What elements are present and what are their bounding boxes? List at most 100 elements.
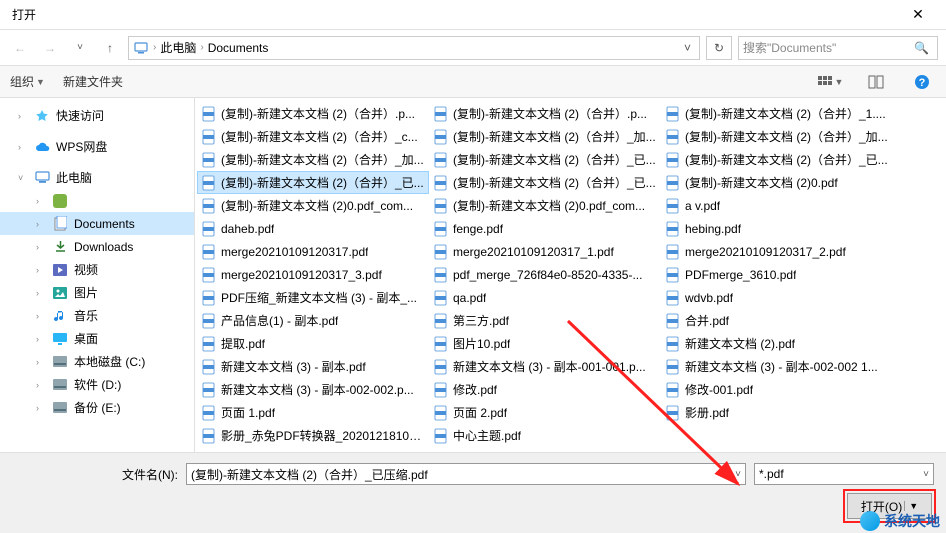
pdf-icon <box>433 244 449 260</box>
file-item[interactable]: daheb.pdf <box>197 217 429 240</box>
file-item[interactable]: pdf_merge_726f84e0-8520-4335-... <box>429 263 661 286</box>
pdf-icon <box>665 129 681 145</box>
file-item[interactable]: (复制)-新建文本文档 (2)（合并）_加... <box>197 148 429 171</box>
globe-icon <box>860 511 880 531</box>
file-name: (复制)-新建文本文档 (2)（合并）.p... <box>221 105 415 122</box>
file-item[interactable]: 图片10.pdf <box>429 332 661 355</box>
file-list[interactable]: (复制)-新建文本文档 (2)（合并）.p... (复制)-新建文本文档 (2)（… <box>195 98 946 458</box>
filename-input[interactable]: (复制)-新建文本文档 (2)（合并）_已压缩.pdf ˅ <box>186 463 746 485</box>
file-item[interactable]: 新建文本文档 (3) - 副本-002-002.p... <box>197 378 429 401</box>
sidebar-music[interactable]: › 音乐 <box>0 304 194 327</box>
sidebar-disk-d[interactable]: › 软件 (D:) <box>0 373 194 396</box>
file-item[interactable]: 产品信息(1) - 副本.pdf <box>197 309 429 332</box>
pdf-icon <box>201 267 217 283</box>
sidebar-wps[interactable]: › WPS网盘 <box>0 135 194 158</box>
sidebar-videos[interactable]: › 视频 <box>0 258 194 281</box>
file-item[interactable]: 提取.pdf <box>197 332 429 355</box>
file-item[interactable]: (复制)-新建文本文档 (2)（合并）_已... <box>429 148 661 171</box>
file-name: wdvb.pdf <box>685 291 733 305</box>
file-item[interactable]: (复制)-新建文本文档 (2)0.pdf <box>661 171 893 194</box>
file-name: fenge.pdf <box>453 222 503 236</box>
file-item[interactable]: 影册.pdf <box>661 401 893 424</box>
file-item[interactable]: 修改.pdf <box>429 378 661 401</box>
chevron-right-icon: › <box>36 311 46 321</box>
sidebar-disk-c[interactable]: › 本地磁盘 (C:) <box>0 350 194 373</box>
organize-button[interactable]: 组织 ▼ <box>10 73 45 90</box>
file-name: daheb.pdf <box>221 222 274 236</box>
address-bar[interactable]: › 此电脑 › Documents ˅ <box>128 36 700 60</box>
file-item[interactable]: (复制)-新建文本文档 (2)（合并）.p... <box>197 102 429 125</box>
newfolder-button[interactable]: 新建文件夹 <box>63 73 123 90</box>
file-item[interactable]: hebing.pdf <box>661 217 893 240</box>
documents-icon <box>52 216 68 232</box>
file-item[interactable]: (复制)-新建文本文档 (2)（合并）_c... <box>197 125 429 148</box>
file-item[interactable]: 第三方.pdf <box>429 309 661 332</box>
file-item[interactable]: 新建文本文档 (3) - 副本.pdf <box>197 355 429 378</box>
search-icon[interactable]: 🔍 <box>910 41 933 55</box>
close-button[interactable]: ✕ <box>898 6 938 23</box>
view-button[interactable]: ▼ <box>816 71 844 93</box>
file-name: 图片10.pdf <box>453 335 510 352</box>
path-separator: › <box>200 42 203 53</box>
path-documents[interactable]: Documents <box>208 41 269 55</box>
disk-icon <box>52 354 68 370</box>
pdf-icon <box>201 290 217 306</box>
sidebar-documents[interactable]: › Documents <box>0 212 194 235</box>
preview-button[interactable] <box>862 71 890 93</box>
forward-button[interactable]: → <box>38 36 62 60</box>
file-item[interactable]: (复制)-新建文本文档 (2)（合并）_已... <box>661 148 893 171</box>
refresh-button[interactable]: ↻ <box>706 36 732 60</box>
sidebar-pictures[interactable]: › 图片 <box>0 281 194 304</box>
file-name: (复制)-新建文本文档 (2)（合并）.p... <box>453 105 647 122</box>
pdf-icon <box>433 336 449 352</box>
file-item[interactable]: 合并.pdf <box>661 309 893 332</box>
file-item[interactable]: wdvb.pdf <box>661 286 893 309</box>
file-name: PDFmerge_3610.pdf <box>685 268 796 282</box>
file-item[interactable]: (复制)-新建文本文档 (2)（合并）_加... <box>429 125 661 148</box>
file-item[interactable]: (复制)-新建文本文档 (2)（合并）_已... <box>197 171 429 194</box>
pdf-icon <box>433 129 449 145</box>
file-item[interactable]: (复制)-新建文本文档 (2)（合并）_已... <box>429 171 661 194</box>
sidebar-downloads[interactable]: › Downloads <box>0 235 194 258</box>
file-item[interactable]: merge20210109120317_1.pdf <box>429 240 661 263</box>
address-dropdown[interactable]: ˅ <box>680 41 695 55</box>
help-button[interactable]: ? <box>908 71 936 93</box>
file-item[interactable]: 页面 1.pdf <box>197 401 429 424</box>
sidebar-quickaccess[interactable]: › 快速访问 <box>0 104 194 127</box>
file-item[interactable]: merge20210109120317_2.pdf <box>661 240 893 263</box>
file-filter[interactable]: *.pdf ˅ <box>754 463 934 485</box>
file-item[interactable]: 新建文本文档 (3) - 副本-002-002 1... <box>661 355 893 378</box>
path-thispc[interactable]: 此电脑 <box>160 39 196 56</box>
pdf-icon <box>433 428 449 444</box>
file-item[interactable]: 新建文本文档 (3) - 副本-001-001.p... <box>429 355 661 378</box>
sidebar-thispc[interactable]: ˅ 此电脑 <box>0 166 194 189</box>
file-item[interactable]: qa.pdf <box>429 286 661 309</box>
search-box[interactable]: 搜索"Documents" 🔍 <box>738 36 938 60</box>
file-item[interactable]: (复制)-新建文本文档 (2)（合并）_1.... <box>661 102 893 125</box>
file-item[interactable]: PDF压缩_新建文本文档 (3) - 副本_... <box>197 286 429 309</box>
sidebar-desktop[interactable]: › 桌面 <box>0 327 194 350</box>
sidebar-app-item[interactable]: › <box>0 189 194 212</box>
file-item[interactable]: (复制)-新建文本文档 (2)0.pdf_com... <box>429 194 661 217</box>
file-name: 新建文本文档 (3) - 副本-001-001.p... <box>453 358 646 375</box>
file-name: (复制)-新建文本文档 (2)0.pdf_com... <box>453 197 645 214</box>
sidebar-disk-e[interactable]: › 备份 (E:) <box>0 396 194 419</box>
file-item[interactable]: (复制)-新建文本文档 (2)0.pdf_com... <box>197 194 429 217</box>
file-item[interactable]: PDFmerge_3610.pdf <box>661 263 893 286</box>
file-name: 新建文本文档 (3) - 副本-002-002 1... <box>685 358 878 375</box>
file-item[interactable]: (复制)-新建文本文档 (2)（合并）.p... <box>429 102 661 125</box>
file-item[interactable]: merge20210109120317_3.pdf <box>197 263 429 286</box>
back-button[interactable]: ← <box>8 36 32 60</box>
file-item[interactable]: 影册_赤兔PDF转换器_20201218102... <box>197 424 429 447</box>
up-button[interactable]: ↑ <box>98 36 122 60</box>
file-item[interactable]: a v.pdf <box>661 194 893 217</box>
file-item[interactable]: 新建文本文档 (2).pdf <box>661 332 893 355</box>
file-item[interactable]: merge20210109120317.pdf <box>197 240 429 263</box>
file-item[interactable]: fenge.pdf <box>429 217 661 240</box>
file-item[interactable]: (复制)-新建文本文档 (2)（合并）_加... <box>661 125 893 148</box>
file-item[interactable]: 页面 2.pdf <box>429 401 661 424</box>
file-name: 合并.pdf <box>685 312 729 329</box>
recent-dropdown[interactable]: ˅ <box>68 36 92 60</box>
file-item[interactable]: 修改-001.pdf <box>661 378 893 401</box>
file-item[interactable]: 中心主题.pdf <box>429 424 661 447</box>
